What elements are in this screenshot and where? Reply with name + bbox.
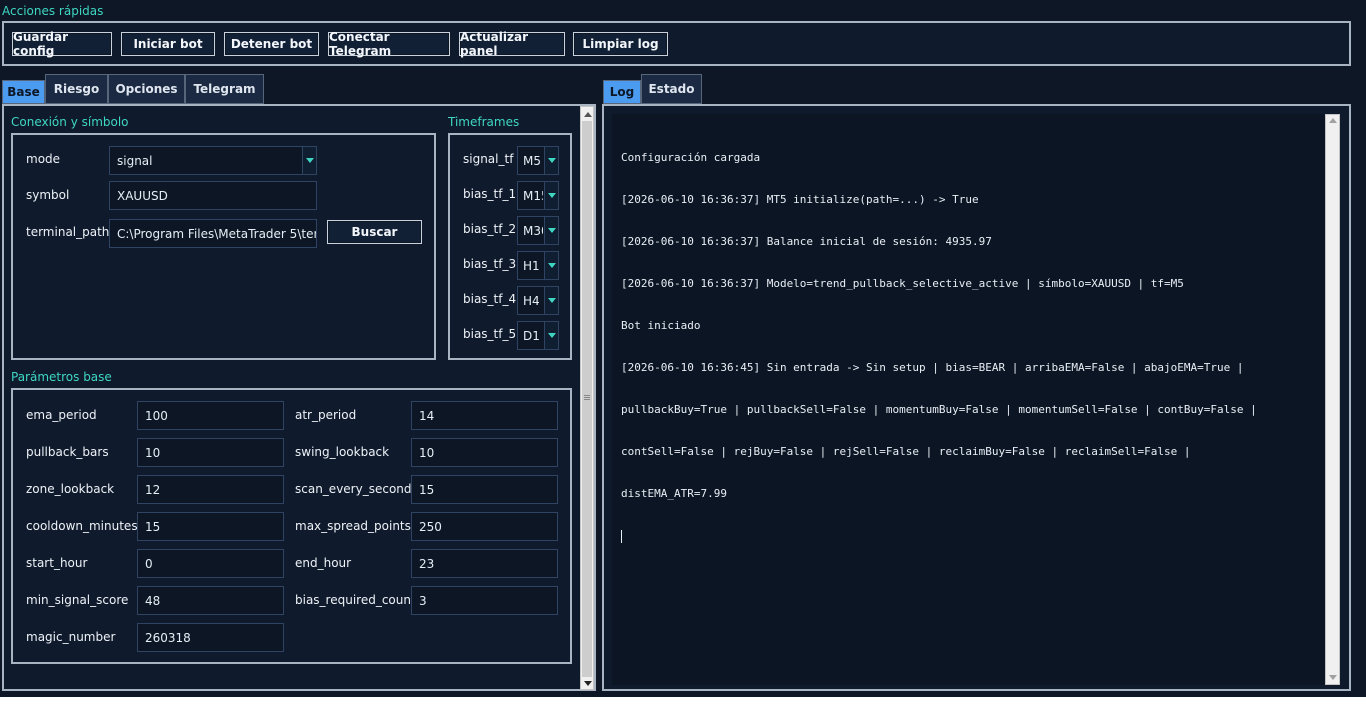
clear-log-button[interactable]: Limpiar log (573, 32, 668, 56)
scan-every-seconds-input[interactable]: 15 (411, 475, 558, 504)
min-signal-score-label: min_signal_score (26, 593, 129, 607)
connection-title: Conexión y símbolo (11, 115, 129, 129)
params-title: Parámetros base (11, 370, 112, 384)
symbol-input[interactable]: XAUUSD (109, 181, 317, 210)
zone-lookback-input[interactable]: 12 (137, 475, 284, 504)
log-line: [2026-06-10 16:36:37] MT5 initialize(pat… (621, 193, 979, 206)
chevron-down-icon[interactable] (544, 147, 558, 174)
bias-tf-2-label: bias_tf_2 (463, 222, 517, 236)
min-signal-score-input[interactable]: 48 (137, 586, 284, 615)
terminal-path-input[interactable]: C:\Program Files\MetaTrader 5\terminal64… (109, 219, 317, 248)
window-bottom-strip (0, 697, 1366, 725)
end-hour-label: end_hour (295, 556, 352, 570)
magic-number-label: magic_number (26, 630, 116, 644)
bias-tf-3-select[interactable]: H1 (517, 251, 559, 280)
bias-tf-4-value: H4 (523, 293, 540, 308)
pullback-bars-label: pullback_bars (26, 445, 109, 459)
browse-button[interactable]: Buscar (327, 220, 422, 244)
left-scrollbar[interactable] (580, 106, 594, 690)
log-line: [2026-06-10 16:36:45] Sin entrada -> Sin… (621, 361, 1244, 374)
start-hour-label: start_hour (26, 556, 88, 570)
signal-tf-label: signal_tf (463, 152, 514, 166)
ema-period-input[interactable]: 100 (137, 401, 284, 430)
signal-tf-select[interactable]: M5 (517, 146, 559, 175)
atr-period-input[interactable]: 14 (411, 401, 558, 430)
log-line: pullbackBuy=True | pullbackSell=False | … (621, 403, 1257, 416)
chevron-down-icon[interactable] (544, 217, 558, 244)
log-line: contSell=False | rejBuy=False | rejSell=… (621, 445, 1191, 458)
chevron-down-icon[interactable] (302, 147, 316, 174)
text-cursor (621, 530, 622, 543)
refresh-panel-button[interactable]: Actualizar panel (459, 30, 565, 58)
terminal-path-label: terminal_path (26, 225, 110, 239)
bias-required-count-label: bias_required_count (295, 593, 416, 607)
scroll-down-icon[interactable] (1329, 675, 1337, 680)
zone-lookback-label: zone_lookback (26, 482, 115, 496)
bias-tf-4-label: bias_tf_4 (463, 292, 517, 306)
log-line: [2026-06-10 16:36:37] Modelo=trend_pullb… (621, 277, 1184, 290)
chevron-down-icon[interactable] (544, 287, 558, 314)
bias-tf-1-select[interactable]: M15 (517, 181, 559, 210)
signal-tf-value: M5 (523, 153, 541, 168)
chevron-down-icon[interactable] (544, 252, 558, 279)
bias-tf-1-value: M15 (523, 188, 543, 203)
bias-tf-5-label: bias_tf_5 (463, 327, 517, 341)
swing-lookback-input[interactable]: 10 (411, 438, 558, 467)
start-hour-input[interactable]: 0 (137, 549, 284, 578)
magic-number-input[interactable]: 260318 (137, 623, 284, 652)
symbol-label: symbol (26, 188, 70, 202)
connect-telegram-button[interactable]: Conectar Telegram (328, 30, 450, 58)
bias-tf-5-select[interactable]: D1 (517, 321, 559, 350)
log-line: Bot iniciado (621, 319, 701, 332)
scroll-up-icon[interactable] (584, 112, 592, 117)
scan-every-seconds-label: scan_every_seconds (295, 482, 418, 496)
log-line: [2026-06-10 16:36:37] Balance inicial de… (621, 235, 992, 248)
chevron-down-icon[interactable] (544, 322, 558, 349)
cooldown-minutes-input[interactable]: 15 (137, 512, 284, 541)
save-config-button[interactable]: Guardar config (12, 30, 112, 58)
bias-tf-2-value: M30 (523, 223, 543, 238)
max-spread-points-label: max_spread_points (295, 519, 411, 533)
bias-tf-3-value: H1 (523, 258, 540, 273)
swing-lookback-label: swing_lookback (295, 445, 390, 459)
log-textarea[interactable]: Configuración cargada [2026-06-10 16:36:… (612, 114, 1340, 685)
ema-period-label: ema_period (26, 408, 97, 422)
bias-tf-3-label: bias_tf_3 (463, 257, 517, 271)
pullback-bars-input[interactable]: 10 (137, 438, 284, 467)
cooldown-minutes-label: cooldown_minutes (26, 519, 138, 533)
tab-opciones[interactable]: Opciones (108, 74, 185, 104)
log-line: distEMA_ATR=7.99 (621, 487, 727, 500)
start-bot-button[interactable]: Iniciar bot (121, 32, 215, 56)
tab-estado[interactable]: Estado (641, 74, 702, 104)
bias-tf-5-value: D1 (523, 328, 540, 343)
max-spread-points-input[interactable]: 250 (411, 512, 558, 541)
bias-tf-2-select[interactable]: M30 (517, 216, 559, 245)
log-scrollbar[interactable] (1325, 114, 1340, 685)
scroll-up-icon[interactable] (1329, 118, 1337, 123)
tab-telegram[interactable]: Telegram (185, 74, 264, 104)
tab-log[interactable]: Log (603, 80, 641, 104)
scrollbar-thumb[interactable] (582, 121, 592, 677)
scroll-down-icon[interactable] (584, 681, 592, 686)
tab-riesgo[interactable]: Riesgo (45, 74, 108, 104)
bias-tf-1-label: bias_tf_1 (463, 187, 517, 201)
bias-tf-4-select[interactable]: H4 (517, 286, 559, 315)
atr-period-label: atr_period (295, 408, 357, 422)
mode-label: mode (26, 152, 61, 166)
chevron-down-icon[interactable] (544, 182, 558, 209)
stop-bot-button[interactable]: Detener bot (224, 32, 319, 56)
tab-base[interactable]: Base (2, 80, 45, 104)
mode-value: signal (117, 153, 153, 168)
end-hour-input[interactable]: 23 (411, 549, 558, 578)
quick-actions-title: Acciones rápidas (2, 4, 104, 18)
mode-select[interactable]: signal (109, 146, 317, 175)
timeframes-title: Timeframes (448, 115, 520, 129)
log-line: Configuración cargada (621, 151, 761, 164)
bias-required-count-input[interactable]: 3 (411, 586, 558, 615)
